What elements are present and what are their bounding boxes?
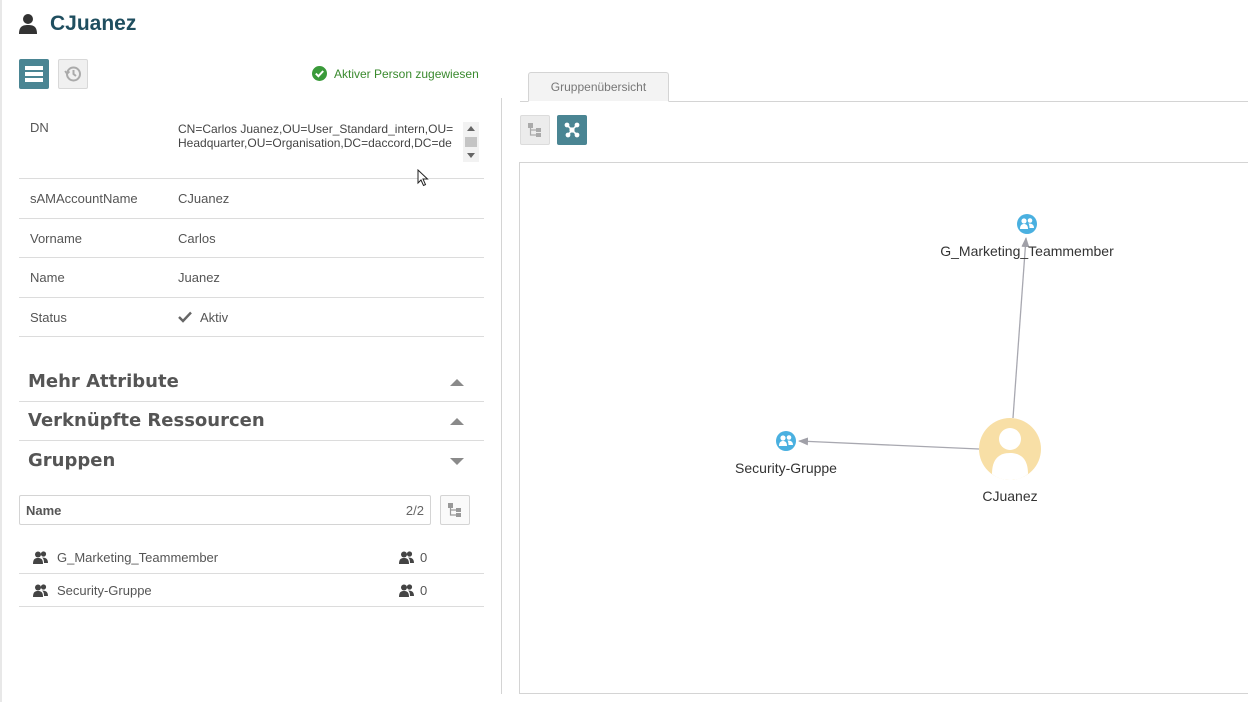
tree-icon xyxy=(448,503,461,517)
history-icon xyxy=(64,66,81,82)
attribute-label: Status xyxy=(30,309,67,325)
attribute-row-status: Status Aktiv xyxy=(19,298,484,337)
edge-user-to-security xyxy=(798,437,980,450)
chevron-up-icon[interactable] xyxy=(450,379,464,386)
column-header-name[interactable]: Name xyxy=(26,503,61,518)
check-circle-icon xyxy=(312,66,327,81)
attribute-row-vorname: Vorname Carlos xyxy=(19,219,484,258)
attribute-value: Carlos xyxy=(178,230,216,246)
page-header: CJuanez xyxy=(18,12,136,36)
window-edge xyxy=(0,0,2,702)
status-value: Aktiv xyxy=(178,310,228,325)
group-node-icon xyxy=(1017,214,1037,234)
table-row[interactable]: G_Marketing_Teammember 0 xyxy=(19,541,484,574)
graph-node-label: G_Marketing_Teammember xyxy=(940,243,1114,259)
section-mehr-attribute[interactable]: Mehr Attribute xyxy=(19,362,484,402)
member-count: 0 xyxy=(420,550,428,565)
checkmark-icon xyxy=(178,311,192,323)
network-icon xyxy=(564,122,580,138)
status-text: Aktiv xyxy=(200,309,229,325)
tree-icon xyxy=(528,123,541,137)
group-node-icon xyxy=(776,431,796,451)
list-view-button[interactable] xyxy=(19,59,49,89)
mouse-cursor-icon xyxy=(417,169,429,187)
graph-node-label: CJuanez xyxy=(982,488,1037,504)
attribute-row-name: Name Juanez xyxy=(19,258,484,298)
edge-user-to-marketing xyxy=(1012,237,1030,419)
group-icon xyxy=(33,584,48,597)
attribute-label: Vorname xyxy=(30,230,83,246)
group-icon xyxy=(33,551,48,564)
dn-textarea[interactable]: CN=Carlos Juanez,OU=User_Standard_intern… xyxy=(178,122,461,162)
attribute-label: DN xyxy=(30,120,49,135)
history-button[interactable] xyxy=(58,59,88,89)
graph-node-user[interactable]: CJuanez xyxy=(979,418,1041,504)
user-icon xyxy=(19,14,37,34)
attribute-table: DN CN=Carlos Juanez,OU=User_Standard_int… xyxy=(19,110,484,337)
attribute-label: Name xyxy=(30,270,65,285)
panel-divider[interactable] xyxy=(501,98,502,694)
page-title: CJuanez xyxy=(50,12,137,35)
group-name[interactable]: Security-Gruppe xyxy=(57,583,152,598)
attribute-label: sAMAccountName xyxy=(30,191,138,206)
chevron-up-icon[interactable] xyxy=(450,418,464,425)
graph-node-security[interactable]: Security-Gruppe xyxy=(735,431,837,476)
group-graph: CJuanez G_Marketing_Teammember Security-… xyxy=(735,214,1114,504)
attribute-value: CJuanez xyxy=(178,191,230,206)
graph-tree-view-button[interactable] xyxy=(520,115,550,145)
attribute-row-dn: DN CN=Carlos Juanez,OU=User_Standard_int… xyxy=(19,110,484,179)
tab-gruppenuebersicht[interactable]: Gruppenübersicht xyxy=(528,72,669,102)
group-graph-canvas[interactable]: CJuanez G_Marketing_Teammember Security-… xyxy=(519,162,1248,694)
attribute-value: Juanez xyxy=(178,270,220,285)
group-name[interactable]: G_Marketing_Teammember xyxy=(57,550,218,565)
scroll-up-icon[interactable] xyxy=(467,126,475,131)
member-count: 0 xyxy=(420,583,428,598)
section-verknuepfte-ressourcen[interactable]: Verknüpfte Ressourcen xyxy=(19,401,484,441)
assignment-status: Aktiver Person zugewiesen xyxy=(312,66,479,81)
table-row[interactable]: Security-Gruppe 0 xyxy=(19,574,484,607)
scroll-down-icon[interactable] xyxy=(467,153,475,158)
groups-count: 2/2 xyxy=(405,503,424,518)
section-gruppen[interactable]: Gruppen xyxy=(19,441,484,481)
scroll-thumb[interactable] xyxy=(465,137,477,147)
dn-scrollbar[interactable] xyxy=(463,122,479,162)
section-title: Verknüpfte Ressourcen xyxy=(28,410,265,431)
assignment-text: Aktiver Person zugewiesen xyxy=(334,66,479,81)
graph-node-label: Security-Gruppe xyxy=(735,460,837,476)
groups-table-header[interactable]: Name 2/2 xyxy=(19,495,431,525)
list-icon xyxy=(25,66,43,82)
user-node-head xyxy=(999,428,1021,450)
groups-list: G_Marketing_Teammember 0 Security-Gruppe… xyxy=(19,541,484,607)
section-title: Mehr Attribute xyxy=(28,371,179,392)
tree-view-button[interactable] xyxy=(440,495,470,525)
graph-network-view-button[interactable] xyxy=(557,115,587,145)
graph-node-marketing[interactable]: G_Marketing_Teammember xyxy=(940,214,1114,259)
members-icon xyxy=(399,551,414,564)
section-title: Gruppen xyxy=(28,450,116,471)
chevron-down-icon[interactable] xyxy=(450,458,464,465)
attribute-row-samaccountname: sAMAccountName CJuanez xyxy=(19,179,484,219)
members-icon xyxy=(399,584,414,597)
